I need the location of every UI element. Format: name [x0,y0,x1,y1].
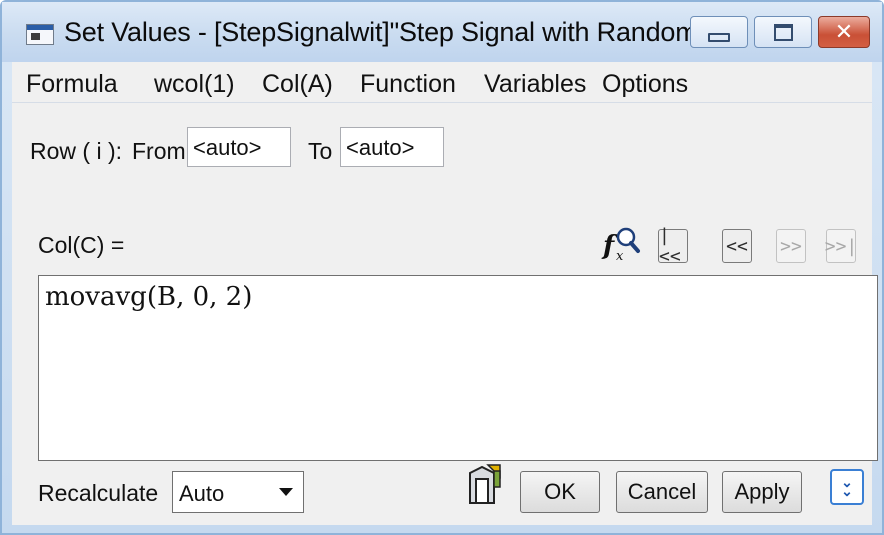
maximize-icon [773,23,793,41]
menu-options[interactable]: Options [602,70,688,99]
expand-dialog-button[interactable]: ⌄ ⌄ [830,469,864,505]
minimize-icon [708,32,730,42]
recalculate-value: Auto [179,481,225,506]
set-values-dialog: Set Values - [StepSignalwit]"Step Signal… [0,0,884,535]
dialog-body: Row ( i ): From <auto> To <auto> Col(C) … [12,103,878,525]
function-search-icon: f x [601,227,640,264]
menu-col-a[interactable]: Col(A) [262,70,333,99]
close-button[interactable]: ✕ [818,16,870,48]
last-row-button[interactable]: >>| [825,229,857,263]
window-title: Set Values - [StepSignalwit]"Step Signal… [64,17,747,47]
row-to-input[interactable]: <auto> [340,127,444,167]
previous-row-button[interactable]: << [722,229,752,263]
first-row-button[interactable]: |<< [658,225,688,267]
menu-variables[interactable]: Variables [484,70,586,99]
row-from-input[interactable]: <auto> [187,127,291,167]
maximize-button[interactable] [754,16,812,48]
menu-function[interactable]: Function [360,70,456,99]
recalculate-select[interactable]: Auto [172,471,304,513]
from-label: From [132,138,186,164]
column-formula-label: Col(C) = [38,232,125,258]
svg-text:x: x [616,249,624,264]
recalculate-label: Recalculate [38,480,159,506]
title-bar[interactable]: Set Values - [StepSignalwit]"Step Signal… [2,2,882,62]
minimize-button[interactable] [690,16,748,48]
script-column-icon [469,464,501,504]
formula-editor[interactable]: movavg(B, 0, 2) [38,275,878,461]
app-window-icon [26,24,54,45]
menu-bar: Formula wcol(1) Col(A) Function Variable… [12,62,872,103]
menu-wcol[interactable]: wcol(1) [154,70,235,99]
double-chevron-down-icon: ⌄ ⌄ [841,474,853,499]
cancel-button[interactable]: Cancel [616,471,708,513]
column-values-script-button[interactable] [464,463,504,509]
next-row-button[interactable]: >> [776,229,806,263]
function-search-button[interactable]: f x [600,223,642,265]
menu-formula[interactable]: Formula [26,70,118,99]
dropdown-arrow-icon [279,488,293,496]
close-icon: ✕ [834,19,854,45]
row-label: Row ( i ): [30,138,122,164]
apply-button[interactable]: Apply [722,471,802,513]
ok-button[interactable]: OK [520,471,600,513]
to-label: To [308,138,333,164]
